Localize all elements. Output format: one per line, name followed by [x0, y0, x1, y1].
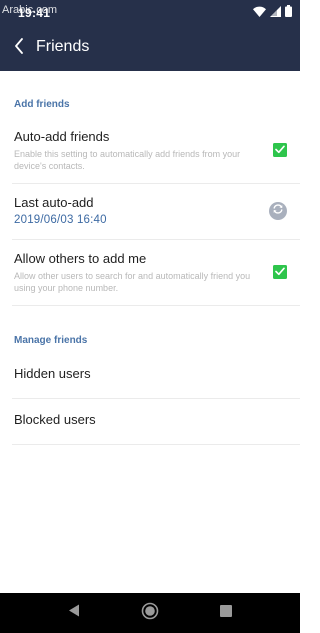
- nav-home-button[interactable]: [140, 602, 160, 625]
- divider: [12, 305, 300, 306]
- checkmark-icon: [275, 141, 285, 159]
- nav-recents-button[interactable]: [216, 603, 236, 623]
- auto-add-friends-row[interactable]: Auto-add friends Enable this setting to …: [0, 121, 300, 183]
- auto-add-friends-description: Enable this setting to automatically add…: [14, 149, 241, 171]
- checkmark-icon: [275, 263, 285, 281]
- blocked-users-row[interactable]: Blocked users: [0, 399, 300, 444]
- blocked-users-label: Blocked users: [14, 412, 96, 427]
- system-nav-bar: [0, 593, 300, 633]
- back-arrow-icon: [14, 37, 24, 59]
- back-triangle-icon: [68, 604, 80, 622]
- allow-others-description: Allow other users to search for and auto…: [14, 271, 251, 293]
- auto-add-friends-title: Auto-add friends: [14, 129, 110, 144]
- status-time: 19:41: [18, 6, 51, 20]
- auto-add-friends-checkbox[interactable]: [273, 143, 287, 157]
- last-auto-add-value: 2019/06/03 16:40: [14, 214, 107, 226]
- signal-icon: [270, 5, 281, 17]
- allow-others-title: Allow others to add me: [14, 251, 147, 266]
- section-header-manage-friends: Manage friends: [14, 335, 88, 346]
- allow-others-row[interactable]: Allow others to add me Allow other users…: [0, 240, 300, 305]
- hidden-users-label: Hidden users: [14, 366, 91, 381]
- status-icons: [253, 5, 292, 17]
- last-auto-add-title: Last auto-add: [14, 195, 94, 210]
- settings-content: Add friends Auto-add friends Enable this…: [0, 71, 300, 593]
- status-bar: Arabic.com 19:41: [0, 0, 300, 25]
- last-auto-add-row: Last auto-add 2019/06/03 16:40: [0, 184, 300, 239]
- wifi-icon: [253, 6, 266, 17]
- nav-back-button[interactable]: [64, 603, 84, 623]
- refresh-icon: [272, 202, 284, 220]
- section-header-add-friends: Add friends: [14, 99, 70, 110]
- divider: [12, 444, 300, 445]
- hidden-users-row[interactable]: Hidden users: [0, 353, 300, 398]
- app-bar: Friends: [0, 25, 300, 71]
- back-button[interactable]: [8, 35, 30, 61]
- allow-others-checkbox[interactable]: [273, 265, 287, 279]
- page-title: Friends: [36, 38, 90, 55]
- home-circle-icon: [141, 602, 159, 625]
- refresh-button[interactable]: [269, 202, 287, 220]
- battery-icon: [285, 5, 292, 17]
- recents-square-icon: [220, 604, 232, 622]
